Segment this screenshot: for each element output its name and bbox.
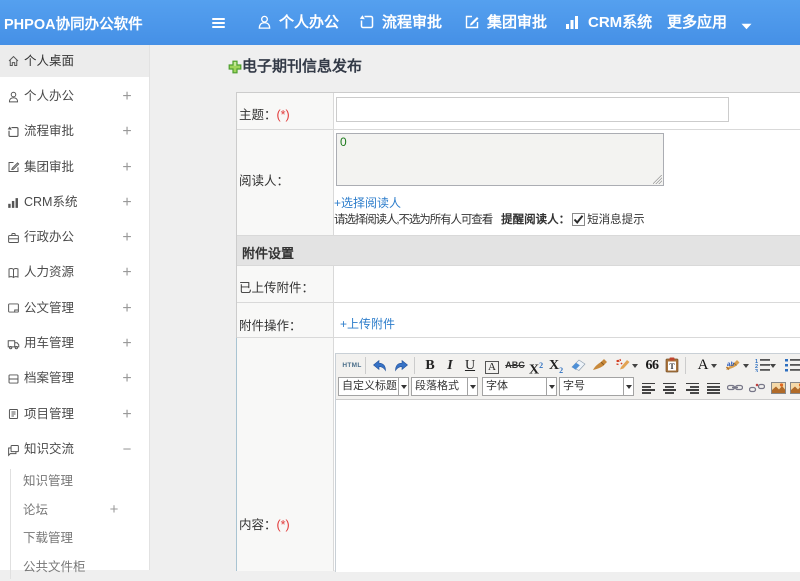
- svg-text:T: T: [669, 362, 675, 371]
- svg-text:ab: ab: [727, 362, 734, 368]
- svg-text:3: 3: [755, 369, 758, 372]
